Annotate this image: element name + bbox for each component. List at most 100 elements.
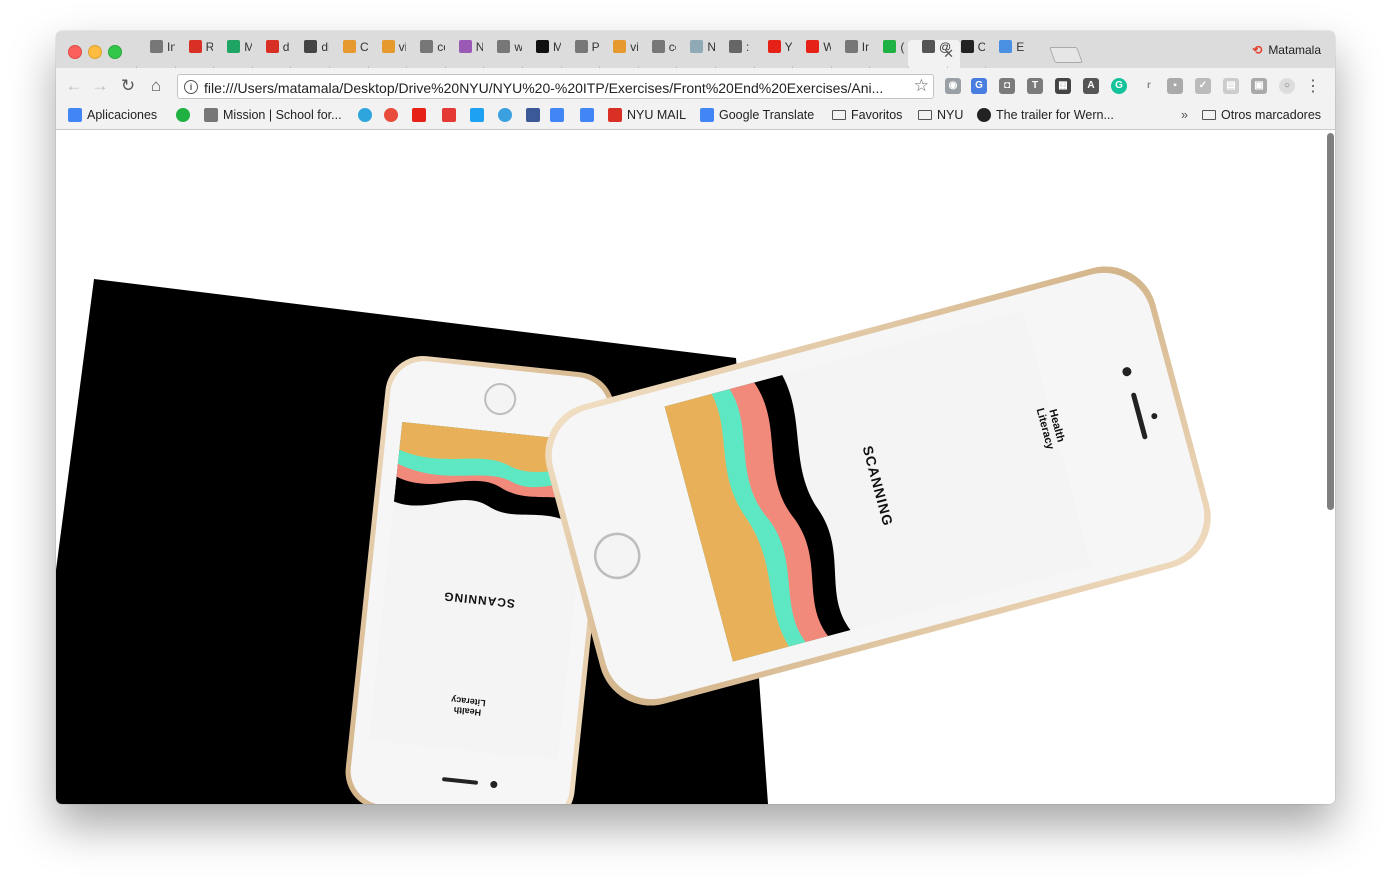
doc-icon: [150, 40, 163, 53]
vertical-scrollbar[interactable]: [1327, 133, 1334, 510]
inbox-extension-icon[interactable]: ✓: [1195, 78, 1211, 94]
folder-icon: [1202, 110, 1216, 120]
bookmark-15[interactable]: NYU: [918, 108, 963, 122]
camera-extension-icon[interactable]: ◉: [945, 78, 961, 94]
maximize-window-button[interactable]: [108, 45, 122, 59]
tab-12[interactable]: vi: [599, 40, 638, 68]
minimize-window-button[interactable]: [88, 45, 102, 59]
translate-icon: [700, 108, 714, 122]
tab-7[interactable]: cc: [406, 40, 445, 68]
drive-icon: [227, 40, 241, 53]
bookmark-14[interactable]: Favoritos: [832, 108, 902, 122]
forward-button[interactable]: →: [90, 76, 110, 96]
reload-button[interactable]: ↻: [118, 76, 138, 96]
image-icon: [613, 40, 627, 53]
bookmark-0[interactable]: Aplicaciones: [68, 108, 157, 122]
bookmark-4[interactable]: [384, 108, 403, 122]
tab-label: d: [282, 40, 290, 54]
folder-icon: [832, 110, 846, 120]
bookmark-5[interactable]: [412, 108, 431, 122]
google-icon: [580, 108, 594, 122]
bomb-icon: [304, 40, 318, 53]
tab-13[interactable]: cc: [638, 40, 677, 68]
menu-kebab-icon[interactable]: ⋮: [1305, 76, 1321, 96]
url-text[interactable]: file:///Users/matamala/Desktop/Drive%20N…: [204, 80, 904, 96]
tab-22[interactable]: Ec: [985, 40, 1024, 68]
tab-9[interactable]: w: [483, 40, 522, 68]
phones-illustration: SCANNING Health Literacy SCANNING Health…: [56, 266, 1211, 804]
tab-2[interactable]: M: [213, 40, 252, 68]
address-bar[interactable]: i file:///Users/matamala/Desktop/Drive%2…: [177, 74, 934, 99]
gmail-icon: [608, 108, 622, 122]
bookmark-star-icon[interactable]: ☆: [914, 76, 929, 96]
bookmark-7[interactable]: [470, 108, 489, 122]
tab-0[interactable]: In: [136, 40, 175, 68]
circle-extension-icon[interactable]: ○: [1279, 78, 1295, 94]
tab-17[interactable]: W: [792, 40, 831, 68]
tab-21[interactable]: C: [947, 40, 985, 68]
phone-right: SCANNING Health Literacy: [545, 266, 1211, 706]
tab-1[interactable]: R: [175, 40, 213, 68]
gmail-icon: [188, 40, 202, 53]
tab-label: C: [360, 40, 368, 54]
tab-3[interactable]: d: [252, 40, 291, 68]
tab-6[interactable]: vi: [368, 40, 406, 68]
bookmark-16[interactable]: The trailer for Wern...: [977, 108, 1114, 122]
tab-15[interactable]: :: [715, 40, 754, 68]
tab-18[interactable]: In: [831, 40, 869, 68]
aa-extension-icon[interactable]: A: [1083, 78, 1099, 94]
avatar-icon: [458, 40, 472, 53]
tab-4[interactable]: di: [290, 40, 329, 68]
text-extension-icon[interactable]: T: [1027, 78, 1043, 94]
tab-label: N: [707, 40, 715, 54]
bookmark-label: NYU MAIL: [627, 108, 687, 122]
translate-extension-icon[interactable]: G: [971, 78, 987, 94]
facebook-icon: [526, 108, 540, 122]
bookmark-label: NYU: [937, 108, 964, 122]
grammarly-extension-icon[interactable]: G: [1111, 78, 1127, 94]
tab-label: vi: [630, 40, 638, 54]
doc-icon: [651, 40, 665, 53]
other-bookmarks-folder[interactable]: Otros marcadores: [1202, 108, 1321, 122]
grid-extension-icon[interactable]: ▪: [1167, 78, 1183, 94]
info-icon[interactable]: i: [184, 80, 198, 94]
bookmark-10[interactable]: [550, 108, 569, 122]
back-button[interactable]: ←: [64, 76, 84, 96]
close-window-button[interactable]: [68, 45, 82, 59]
tab-16[interactable]: Yo: [754, 40, 792, 68]
bookmark-12[interactable]: NYU MAIL: [608, 108, 686, 122]
bookmark-9[interactable]: [526, 108, 545, 122]
tab-label: cc: [668, 40, 677, 54]
new-tab-button[interactable]: [1048, 47, 1083, 63]
tab-5[interactable]: C: [329, 40, 368, 68]
page-extension-icon[interactable]: ▤: [1223, 78, 1239, 94]
bookmark-11[interactable]: [580, 108, 599, 122]
tab-strip: InRMddiCviccNwMPiviccN:YoWIn(@✕CEc ⟲Mata…: [56, 31, 1335, 68]
twitter-icon: [470, 108, 484, 122]
bookmark-2[interactable]: Mission | School for...: [204, 108, 342, 122]
tab-14[interactable]: N: [676, 40, 715, 68]
bookmark-3[interactable]: [358, 108, 377, 122]
bookmark-label: The trailer for Wern...: [996, 108, 1114, 122]
tab-label: (: [900, 40, 905, 54]
bookmark-13[interactable]: Google Translate: [700, 108, 814, 122]
tab-8[interactable]: N: [445, 40, 483, 68]
youtube-icon: [767, 40, 781, 53]
tab-label: Ec: [1016, 40, 1024, 54]
image-extension-icon[interactable]: ▣: [1251, 78, 1267, 94]
tab-10[interactable]: M: [522, 40, 561, 68]
film-extension-icon[interactable]: ▦: [1055, 78, 1071, 94]
r-extension-icon[interactable]: r: [1141, 78, 1157, 94]
medium-icon: [536, 40, 549, 53]
tab-19[interactable]: (: [869, 40, 908, 68]
bookmark-8[interactable]: [498, 108, 517, 122]
bookmark-6[interactable]: [442, 108, 461, 122]
bookmark-label: Aplicaciones: [87, 108, 158, 122]
square-icon: [729, 40, 742, 53]
home-button[interactable]: ⌂: [146, 76, 166, 96]
bookmarks-overflow-button[interactable]: »: [1181, 108, 1188, 122]
profile-button[interactable]: ⟲ Matamala: [1252, 43, 1321, 57]
owl-extension-icon[interactable]: ◘: [999, 78, 1015, 94]
bookmark-1[interactable]: [176, 108, 195, 122]
tab-11[interactable]: Pi: [561, 40, 599, 68]
